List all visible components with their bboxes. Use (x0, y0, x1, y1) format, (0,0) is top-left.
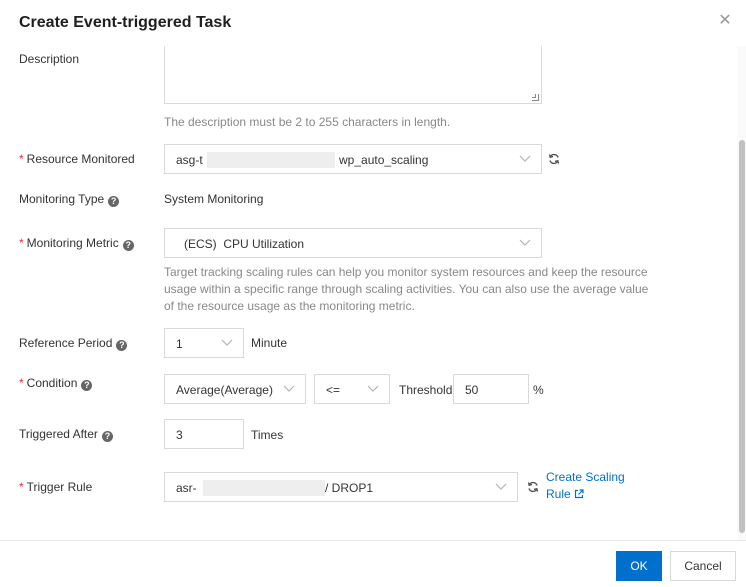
threshold-unit: % (533, 383, 544, 397)
question-circle-icon[interactable]: ? (108, 196, 120, 207)
chevron-down-icon (283, 385, 295, 392)
trigger-rule-select[interactable]: asr- / DROP1 (164, 472, 518, 502)
triggered-after-unit: Times (251, 428, 284, 442)
monitoring-metric-hint-1: Target tracking scaling rules can help y… (164, 265, 648, 279)
chevron-down-icon (367, 385, 379, 392)
triggered-after-label: Triggered After? (19, 427, 113, 442)
monitoring-type-label: Monitoring Type? (19, 192, 120, 207)
reference-period-unit: Minute (251, 336, 288, 350)
reference-period-label: Reference Period? (19, 336, 128, 351)
chevron-down-icon (221, 339, 233, 346)
question-circle-icon[interactable]: ? (81, 380, 93, 391)
monitoring-metric-hint-2: usage within a specific range through sc… (164, 282, 649, 296)
threshold-input[interactable]: 50 (453, 374, 529, 404)
trigger-rule-prefix: asr- (176, 481, 197, 495)
scrollbar-thumb[interactable] (739, 140, 745, 533)
question-circle-icon[interactable]: ? (116, 340, 128, 351)
dialog-title: Create Event-triggered Task (19, 14, 232, 31)
monitoring-metric-value: (ECS) CPU Utilization (184, 237, 305, 251)
chevron-down-icon (519, 239, 531, 246)
required-mark: * (19, 376, 24, 390)
condition-label: * Condition? (19, 376, 93, 391)
resource-monitored-suffix: wp_auto_scaling (339, 153, 429, 167)
condition-statistic-select[interactable]: Average(Average) (164, 374, 306, 404)
description-textarea[interactable] (164, 46, 542, 104)
cancel-button[interactable]: Cancel (670, 551, 736, 581)
triggered-after-value: 3 (176, 428, 183, 442)
question-circle-icon[interactable]: ? (101, 431, 113, 442)
reference-period-select[interactable]: 1 (164, 328, 244, 358)
required-mark: * (19, 480, 24, 494)
refresh-icon[interactable] (527, 481, 539, 493)
monitoring-type-value: System Monitoring (164, 192, 264, 206)
redacted-region (207, 152, 335, 168)
description-label: Description (19, 52, 80, 66)
required-mark: * (19, 236, 24, 250)
condition-operator-value: <= (326, 383, 341, 397)
create-scaling-rule-link[interactable]: Create Scaling Rule (546, 469, 625, 503)
dialog-footer: OK Cancel (0, 540, 746, 587)
ok-button[interactable]: OK (616, 551, 662, 581)
required-mark: * (19, 152, 24, 166)
question-circle-icon[interactable]: ? (122, 240, 134, 251)
redacted-region (203, 480, 325, 496)
external-link-icon (574, 489, 584, 499)
create-event-task-dialog: Create Event-triggered Task ✕ Descriptio… (0, 0, 746, 587)
resource-monitored-label: * Resource Monitored (19, 152, 135, 166)
resource-monitored-select[interactable]: asg-t wp_auto_scaling (164, 144, 542, 174)
trigger-rule-label: * Trigger Rule (19, 480, 93, 494)
resize-grip-icon[interactable] (532, 94, 539, 101)
monitoring-metric-label: * Monitoring Metric? (19, 236, 134, 251)
condition-operator-select[interactable]: <= (314, 374, 390, 404)
refresh-icon[interactable] (548, 153, 560, 165)
threshold-label: Threshold (399, 383, 453, 397)
description-hint: The description must be 2 to 255 charact… (164, 115, 451, 129)
condition-statistic-value: Average(Average) (176, 383, 273, 397)
dialog-header: Create Event-triggered Task ✕ (0, 0, 746, 46)
triggered-after-input[interactable]: 3 (164, 419, 244, 449)
reference-period-value: 1 (176, 337, 183, 351)
create-scaling-rule-text-2: Rule (546, 487, 571, 501)
resource-monitored-prefix: asg-t (176, 153, 203, 167)
monitoring-metric-select[interactable]: (ECS) CPU Utilization (164, 228, 542, 258)
monitoring-metric-hint-3: of the resource usage as the monitoring … (164, 299, 415, 313)
create-scaling-rule-text-1: Create Scaling (546, 470, 625, 484)
threshold-value: 50 (465, 383, 479, 397)
close-icon[interactable]: ✕ (717, 13, 733, 29)
trigger-rule-suffix: / DROP1 (325, 481, 374, 495)
dialog-body: Description The description must be 2 to… (0, 46, 736, 540)
chevron-down-icon (519, 155, 531, 162)
chevron-down-icon (495, 483, 507, 490)
